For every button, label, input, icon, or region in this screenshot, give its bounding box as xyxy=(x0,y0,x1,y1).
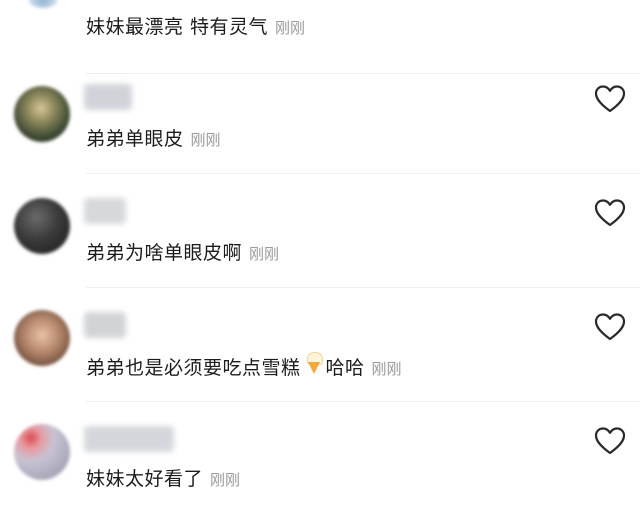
comment-text-after-emoji: 哈哈 xyxy=(325,357,365,379)
comment-item: 弟弟也是必须要吃点雪糕 哈哈 刚刚 xyxy=(0,288,640,402)
comment-list: 妹妹最漂亮 特有灵气 刚刚 弟弟单眼皮 刚刚 弟弟为啥单眼皮啊 刚刚 弟弟也是必… xyxy=(0,0,640,524)
avatar[interactable] xyxy=(14,198,70,254)
comment-text-line: 弟弟也是必须要吃点雪糕 哈哈 刚刚 xyxy=(86,352,402,380)
ice-cream-emoji xyxy=(305,352,323,374)
avatar[interactable] xyxy=(14,424,70,480)
comment-time: 刚刚 xyxy=(190,131,221,149)
comment-time: 刚刚 xyxy=(210,471,241,489)
comment-text: 妹妹太好看了 xyxy=(86,468,204,490)
heart-outline-icon xyxy=(594,199,626,227)
comment-text: 妹妹最漂亮 特有灵气 xyxy=(86,16,269,38)
username[interactable] xyxy=(84,426,174,452)
comment-time: 刚刚 xyxy=(249,245,280,263)
comment-text: 弟弟为啥单眼皮啊 xyxy=(86,242,243,264)
like-button[interactable] xyxy=(594,84,626,114)
like-button[interactable] xyxy=(594,312,626,342)
comment-item: 弟弟单眼皮 刚刚 xyxy=(0,60,640,174)
comment-item: 弟弟为啥单眼皮啊 刚刚 xyxy=(0,174,640,288)
avatar[interactable] xyxy=(14,86,70,142)
username[interactable] xyxy=(84,84,132,110)
avatar[interactable] xyxy=(28,0,58,8)
username[interactable] xyxy=(84,312,126,338)
comment-text-line: 妹妹太好看了 刚刚 xyxy=(86,464,240,491)
like-button[interactable] xyxy=(594,198,626,228)
heart-outline-icon xyxy=(594,85,626,113)
comment-text-line: 弟弟单眼皮 刚刚 xyxy=(86,124,221,151)
username[interactable] xyxy=(84,198,126,224)
heart-outline-icon xyxy=(594,313,626,341)
like-button[interactable] xyxy=(594,426,626,456)
heart-outline-icon xyxy=(594,427,626,455)
comment-item: 妹妹太好看了 刚刚 xyxy=(0,402,640,524)
avatar[interactable] xyxy=(14,310,70,366)
comment-text-line: 妹妹最漂亮 特有灵气 刚刚 xyxy=(86,12,305,39)
comment-text-line: 弟弟为啥单眼皮啊 刚刚 xyxy=(86,238,279,265)
comment-time: 刚刚 xyxy=(371,360,402,378)
comment-text: 弟弟单眼皮 xyxy=(86,128,184,150)
comment-time: 刚刚 xyxy=(275,19,306,37)
comment-text: 弟弟也是必须要吃点雪糕 xyxy=(86,357,301,379)
